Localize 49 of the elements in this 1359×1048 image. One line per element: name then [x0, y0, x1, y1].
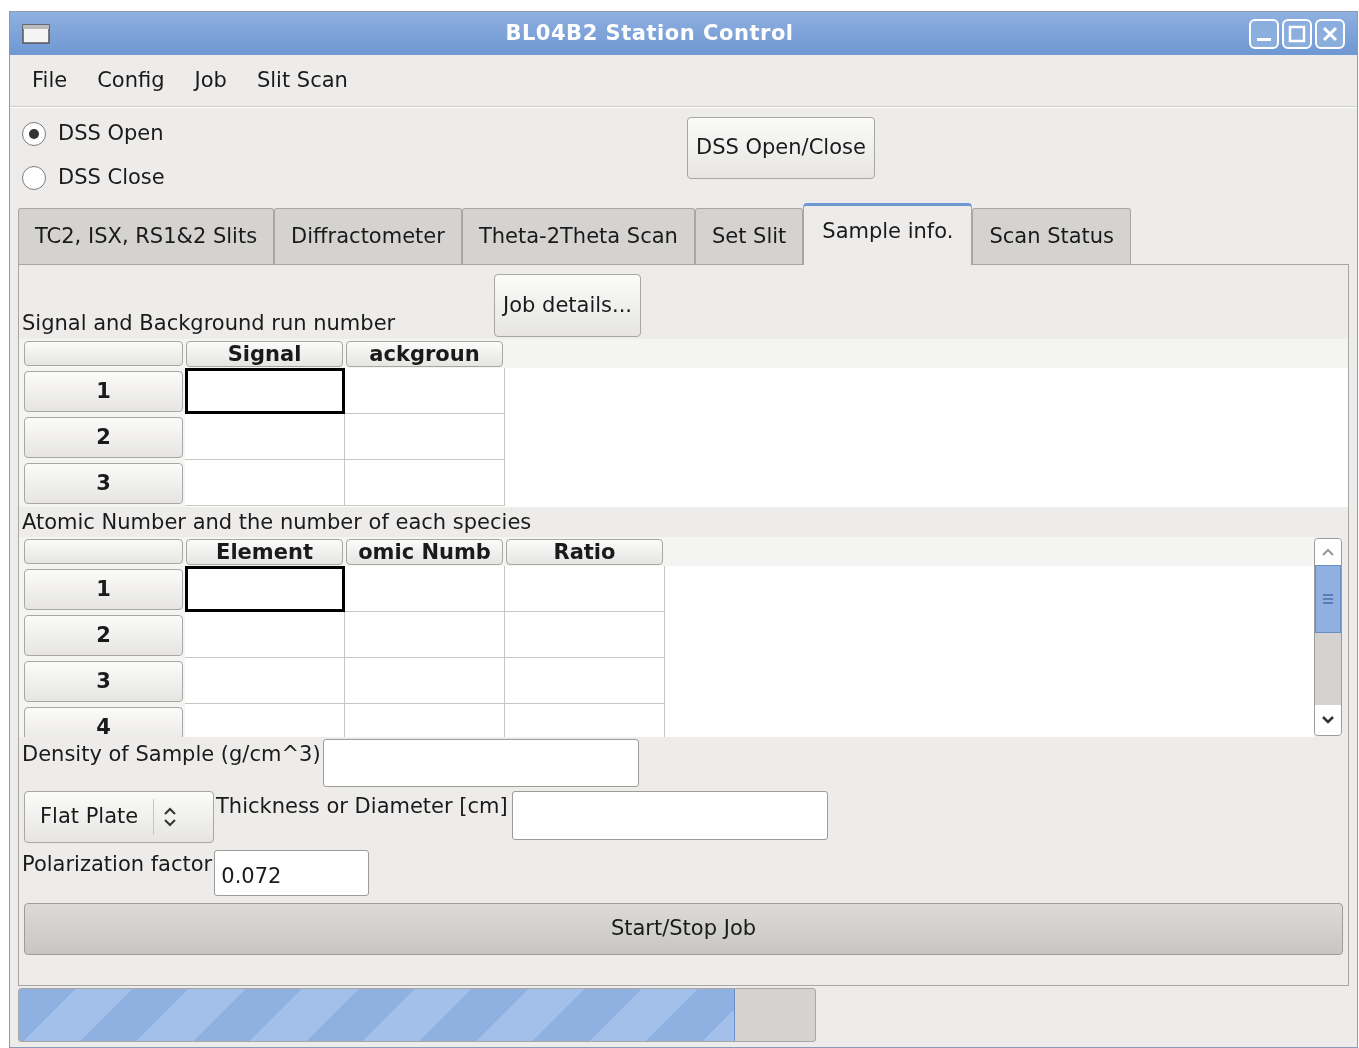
radio-button[interactable]: [22, 122, 46, 146]
table-cell[interactable]: [185, 566, 345, 612]
menu-item[interactable]: Config: [97, 64, 165, 97]
column-header[interactable]: Signal: [186, 341, 343, 367]
menu-item[interactable]: Job: [194, 64, 227, 97]
start-stop-button[interactable]: Start/Stop Job: [24, 903, 1343, 955]
scroll-down-icon[interactable]: [1321, 715, 1335, 725]
field-label: Thickness or Diameter [cm]: [216, 793, 508, 820]
row-header[interactable]: 2: [24, 615, 183, 656]
dss-open-close-button[interactable]: DSS Open/Close: [687, 117, 875, 179]
row-header[interactable]: 3: [24, 661, 183, 702]
job-details-button[interactable]: Job details...: [494, 274, 642, 337]
tab[interactable]: Set Slit: [694, 208, 804, 264]
column-header[interactable]: Element: [186, 539, 343, 565]
row-header[interactable]: 3: [24, 463, 183, 504]
row-header[interactable]: 1: [24, 371, 183, 412]
column-header[interactable]: omic Numb: [346, 539, 503, 565]
scroll-up-icon[interactable]: [1321, 547, 1335, 557]
field-label: Density of Sample (g/cm^3): [22, 741, 321, 768]
row-header[interactable]: 2: [24, 417, 183, 458]
window-title: BL04B2 Station Control: [504, 19, 795, 47]
menu-item[interactable]: Slit Scan: [256, 64, 348, 97]
tab[interactable]: Sample info.: [803, 203, 973, 265]
geometry-dropdown[interactable]: Flat Plate: [24, 791, 214, 843]
field-label: Polarization factor: [22, 851, 213, 878]
row-header[interactable]: 1: [24, 569, 183, 610]
close-icon[interactable]: [1315, 18, 1345, 49]
tab[interactable]: Diffractometer: [274, 208, 462, 264]
radio-button[interactable]: [22, 166, 46, 190]
tab[interactable]: Theta-2Theta Scan: [461, 208, 695, 264]
tab[interactable]: TC2, ISX, RS1&2 Slits: [18, 208, 275, 264]
menu-item[interactable]: File: [32, 64, 68, 97]
radio-option[interactable]: DSS Open: [22, 116, 687, 152]
section-title: Atomic Number and the number of each species: [21, 509, 533, 536]
window-icon: [22, 23, 50, 44]
radio-option[interactable]: DSS Close: [22, 160, 687, 196]
maximize-icon[interactable]: [1282, 18, 1312, 49]
section-title: Signal and Background run number: [22, 309, 397, 337]
tab[interactable]: Scan Status: [972, 208, 1132, 264]
minimize-icon[interactable]: [1249, 18, 1279, 49]
row-header[interactable]: 4: [24, 707, 183, 737]
column-header[interactable]: ackgroun: [346, 341, 503, 367]
table-cell[interactable]: [185, 368, 345, 414]
scrollbar[interactable]: [1314, 538, 1342, 736]
density-field[interactable]: [322, 739, 639, 787]
grip-icon: [1323, 593, 1333, 605]
column-header[interactable]: Ratio: [506, 539, 663, 565]
thickness-field[interactable]: [511, 791, 828, 840]
polarization-field[interactable]: 0.072: [214, 850, 370, 896]
